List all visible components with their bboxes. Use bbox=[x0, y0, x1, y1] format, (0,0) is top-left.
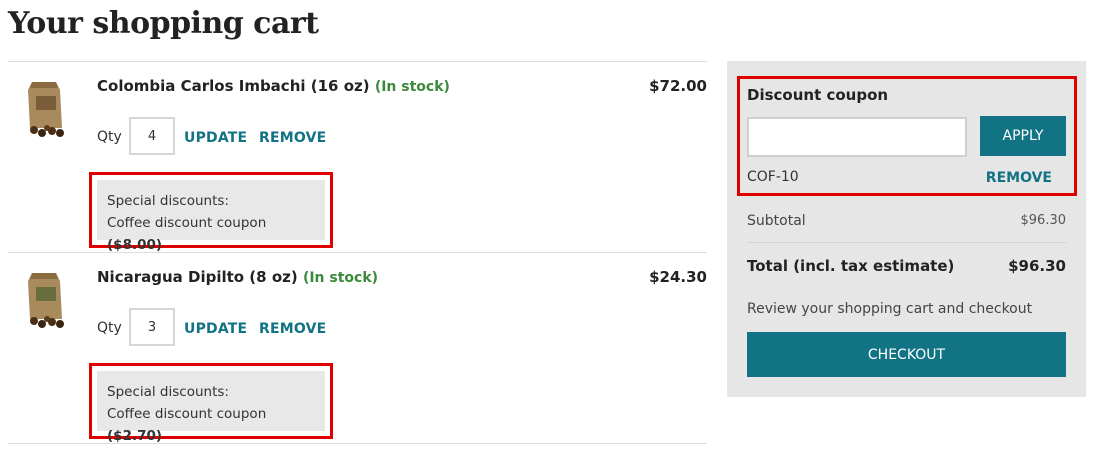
subtotal-row: Subtotal $96.30 bbox=[747, 213, 1066, 229]
coupon-highlight: Discount coupon APPLY COF-10 REMOVE bbox=[737, 76, 1077, 196]
qty-input[interactable] bbox=[129, 117, 175, 155]
discount-line: Coffee discount coupon ($2.70) bbox=[107, 403, 315, 447]
discount-heading: Special discounts: bbox=[107, 384, 229, 400]
qty-input[interactable] bbox=[129, 308, 175, 346]
review-text: Review your shopping cart and checkout bbox=[747, 301, 1033, 317]
remove-coupon-button[interactable]: REMOVE bbox=[986, 170, 1052, 186]
coupon-input[interactable] bbox=[747, 117, 967, 157]
stock-status: (In stock) bbox=[302, 270, 379, 286]
discount-amount: ($2.70) bbox=[107, 428, 163, 444]
discount-name: Coffee discount coupon bbox=[107, 406, 267, 422]
applied-coupon-code: COF-10 bbox=[747, 169, 799, 185]
cart-item: Nicaragua Dipilto (8 oz) (In stock) $24.… bbox=[8, 252, 707, 444]
total-row: Total (incl. tax estimate) $96.30 bbox=[747, 257, 1066, 275]
order-summary-panel: Discount coupon APPLY COF-10 REMOVE Subt… bbox=[727, 61, 1086, 397]
update-button[interactable]: UPDATE bbox=[184, 321, 247, 337]
update-button[interactable]: UPDATE bbox=[184, 130, 247, 146]
stock-status: (In stock) bbox=[374, 79, 450, 95]
special-discounts-box: Special discounts: Coffee discount coupo… bbox=[97, 371, 325, 444]
divider bbox=[747, 242, 1066, 243]
subtotal-value: $96.30 bbox=[1020, 213, 1067, 228]
checkout-button[interactable]: CHECKOUT bbox=[747, 332, 1066, 377]
discount-highlight: Special discounts: Coffee discount coupo… bbox=[89, 363, 333, 444]
discount-name: Coffee discount coupon bbox=[107, 215, 267, 231]
item-title: Nicaragua Dipilto (8 oz) (In stock) bbox=[97, 268, 378, 286]
item-price: $72.00 bbox=[649, 77, 707, 95]
cart-item: Colombia Carlos Imbachi (16 oz) (In stoc… bbox=[8, 61, 707, 253]
discount-heading: Special discounts: bbox=[107, 193, 229, 209]
qty-label: Qty bbox=[97, 129, 122, 145]
remove-button[interactable]: REMOVE bbox=[259, 321, 326, 337]
total-label: Total (incl. tax estimate) bbox=[747, 257, 955, 275]
discount-highlight: Special discounts: Coffee discount coupo… bbox=[89, 172, 333, 253]
item-name[interactable]: Nicaragua Dipilto (8 oz) bbox=[97, 268, 298, 286]
discount-line: Coffee discount coupon ($8.00) bbox=[107, 212, 315, 256]
remove-button[interactable]: REMOVE bbox=[259, 130, 326, 146]
coupon-title: Discount coupon bbox=[747, 86, 889, 104]
total-value: $96.30 bbox=[1008, 257, 1066, 275]
cart-list: Colombia Carlos Imbachi (16 oz) (In stoc… bbox=[8, 61, 707, 444]
item-price: $24.30 bbox=[649, 268, 707, 286]
apply-button[interactable]: APPLY bbox=[980, 116, 1066, 156]
page-title: Your shopping cart bbox=[8, 6, 319, 41]
discount-amount: ($8.00) bbox=[107, 237, 163, 253]
special-discounts-box: Special discounts: Coffee discount coupo… bbox=[97, 180, 325, 253]
coffee-bag-icon[interactable] bbox=[22, 269, 68, 329]
coffee-bag-icon[interactable] bbox=[22, 78, 68, 138]
subtotal-label: Subtotal bbox=[747, 213, 806, 229]
qty-label: Qty bbox=[97, 320, 122, 336]
item-name[interactable]: Colombia Carlos Imbachi (16 oz) bbox=[97, 77, 370, 95]
item-title: Colombia Carlos Imbachi (16 oz) (In stoc… bbox=[97, 77, 450, 95]
